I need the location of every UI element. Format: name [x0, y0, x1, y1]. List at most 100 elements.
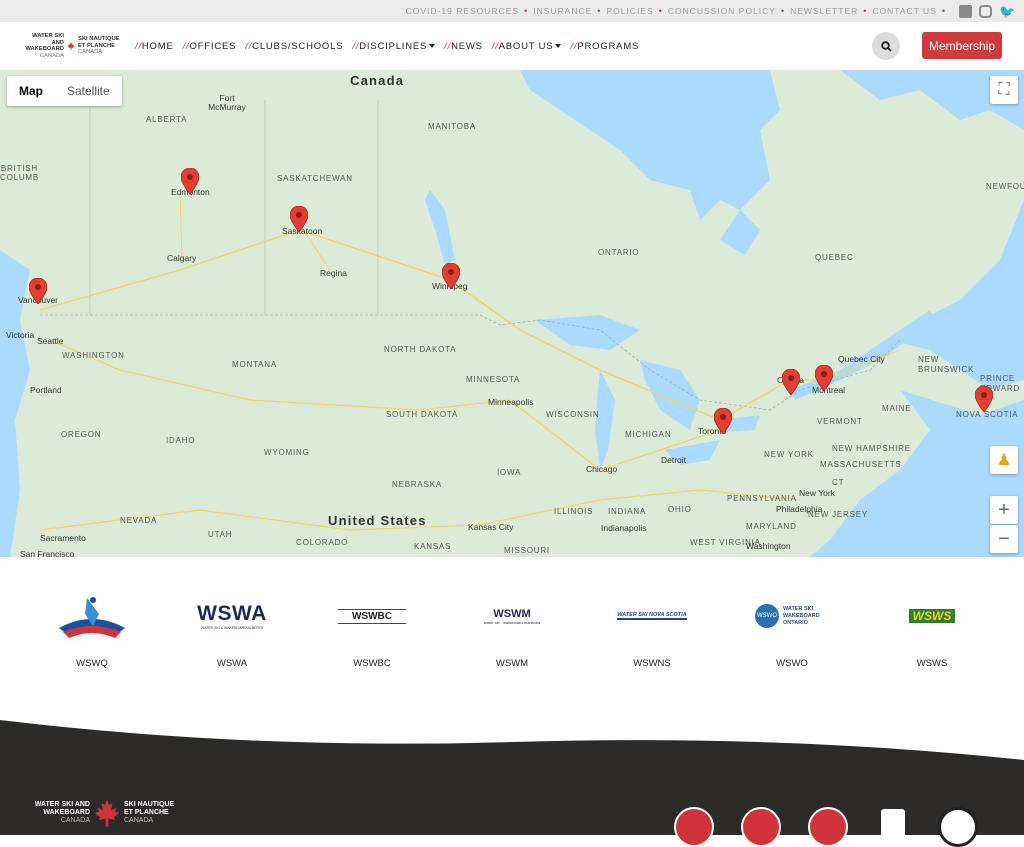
- main-nav: //HOME //OFFICES //CLUBS/SCHOOLS //DISCI…: [135, 22, 639, 70]
- zoom-in-icon[interactable]: +: [990, 496, 1018, 524]
- nav-home[interactable]: //HOME: [135, 41, 174, 52]
- nav-clubs-schools[interactable]: //CLUBS/SCHOOLS: [245, 41, 343, 52]
- city-label: Sacramento: [40, 533, 86, 543]
- nav-offices[interactable]: //OFFICES: [183, 41, 237, 52]
- region-label: NEW BRUNSWICK: [918, 355, 975, 374]
- map-marker-nova-scotia[interactable]: [975, 386, 993, 412]
- map-type-map[interactable]: Map: [7, 76, 55, 106]
- nav-news[interactable]: //NEWS: [444, 41, 483, 52]
- region-label: MICHIGAN: [625, 430, 672, 439]
- main-header: WATER SKI AND WAKEBOARD CANADA SKI NAUTI…: [0, 22, 1024, 70]
- region-label: OHIO: [668, 505, 692, 514]
- facebook-icon[interactable]: [959, 4, 972, 18]
- region-label: WYOMING: [264, 448, 310, 457]
- instagram-icon[interactable]: [979, 4, 992, 18]
- site-logo[interactable]: WATER SKI AND WAKEBOARD CANADA SKI NAUTI…: [20, 30, 120, 62]
- city-label: Kansas City: [468, 522, 514, 532]
- partner-logo-5[interactable]: [938, 807, 978, 847]
- country-label: United States: [328, 513, 427, 528]
- maple-leaf-icon: [67, 42, 75, 50]
- city-label: Fort McMurray: [208, 93, 246, 112]
- map-marker-saskatoon[interactable]: [290, 206, 308, 232]
- map-marker-toronto[interactable]: [714, 408, 732, 434]
- city-label: Chicago: [586, 464, 618, 474]
- separator-dot: •: [658, 6, 663, 16]
- map-type-satellite[interactable]: Satellite: [55, 76, 122, 106]
- wswns-logo: WATER SKI NOVA SCOTIA: [617, 612, 687, 620]
- association-name: WSWA: [216, 658, 248, 669]
- pegman-icon[interactable]: ♟: [990, 446, 1018, 474]
- fullscreen-icon[interactable]: ⛶: [990, 76, 1018, 104]
- membership-button[interactable]: Membership: [922, 32, 1002, 59]
- city-label: Portland: [30, 385, 62, 395]
- region-label: OREGON: [61, 430, 102, 439]
- separator-dot: •: [524, 6, 529, 16]
- link-policies[interactable]: POLICIES: [606, 6, 653, 16]
- association-name: WSWQ: [76, 658, 108, 669]
- separator-dot: •: [941, 6, 946, 16]
- association-wswns[interactable]: WATER SKI NOVA SCOTIA WSWNS: [602, 588, 702, 669]
- region-label: WISCONSIN: [546, 410, 600, 419]
- city-label: Indianapolis: [601, 523, 647, 533]
- region-label: COLORADO: [296, 538, 349, 547]
- nav-programs[interactable]: //PROGRAMS: [570, 41, 639, 52]
- map-type-toggle: Map Satellite: [7, 76, 122, 106]
- partner-logo-2[interactable]: [741, 807, 781, 847]
- wsws-logo: WSWS: [882, 588, 982, 644]
- region-label: VERMONT: [817, 417, 863, 426]
- region-label: MARYLAND: [746, 522, 797, 531]
- partner-logo-1[interactable]: [674, 807, 714, 847]
- link-insurance[interactable]: INSURANCE: [533, 6, 592, 16]
- region-label: NEW YORK: [764, 450, 814, 459]
- region-label: IOWA: [497, 468, 522, 477]
- region-label: NORTH DAKOTA: [384, 345, 457, 354]
- association-wswa[interactable]: WSWA WATER SKI & WAKEBOARD ALBERTA WSWA: [182, 588, 282, 669]
- region-label: WASHINGTON: [62, 351, 125, 360]
- nav-about-us[interactable]: //ABOUT US: [492, 41, 562, 52]
- provincial-associations: WSWQ WSWA WATER SKI & WAKEBOARD ALBERTA …: [0, 588, 1024, 678]
- map-marker-ottawa[interactable]: [782, 369, 800, 395]
- association-name: WSWBC: [353, 658, 391, 669]
- link-concussion-policy[interactable]: CONCUSSION POLICY: [668, 6, 776, 16]
- city-label: Quebec City: [838, 354, 885, 364]
- zoom-out-icon[interactable]: −: [990, 525, 1018, 553]
- separator-dot: •: [780, 6, 786, 16]
- region-label: MASSACHUSETTS: [820, 460, 902, 469]
- association-wsws[interactable]: WSWS WSWS: [882, 588, 982, 669]
- clubs-map[interactable]: Map Satellite ⛶ ♟ + − Canada United Stat…: [0, 70, 1024, 557]
- city-label: Washington: [746, 541, 791, 551]
- map-marker-winnipeg[interactable]: [442, 263, 460, 289]
- link-newsletter[interactable]: NEWSLETTER: [790, 6, 858, 16]
- search-icon: [880, 40, 892, 52]
- region-label: MINNESOTA: [466, 375, 521, 384]
- nav-disciplines[interactable]: //DISCIPLINES: [352, 41, 436, 52]
- map-marker-edmonton[interactable]: [181, 168, 199, 194]
- map-marker-vancouver[interactable]: [29, 278, 47, 304]
- association-wswbc[interactable]: WSWBC WSWBC: [322, 588, 422, 669]
- link-contact-us[interactable]: CONTACT US: [872, 6, 936, 16]
- map-marker-montreal[interactable]: [815, 365, 833, 391]
- logo-left-text: WATER SKI AND WAKEBOARD CANADA: [25, 33, 64, 59]
- association-wswq[interactable]: WSWQ: [42, 588, 142, 669]
- city-label: Detroit: [661, 455, 687, 465]
- association-wswm[interactable]: WSWM water ski · wakeboard manitoba WSWM: [462, 588, 562, 670]
- city-label: Seattle: [37, 336, 64, 346]
- chevron-down-icon: [555, 43, 562, 48]
- region-label: PENNSYLVANIA: [727, 494, 797, 503]
- region-label: NEVADA: [120, 516, 158, 525]
- twitter-icon[interactable]: 🐦: [999, 5, 1015, 18]
- city-label: Minneapolis: [488, 397, 534, 407]
- link-covid-resources[interactable]: COVID-19 RESOURCES: [406, 6, 519, 16]
- region-label: SOUTH DAKOTA: [386, 410, 459, 419]
- partner-logo-3[interactable]: [808, 807, 848, 847]
- association-name: WSWS: [916, 658, 948, 669]
- region-label: UTAH: [208, 530, 233, 539]
- region-label: MONTANA: [232, 360, 278, 369]
- association-wswo[interactable]: WSWO WATER SKI WAKEBOARD ONTARIO WSWO: [742, 588, 842, 669]
- association-name: WSWNS: [633, 658, 671, 669]
- footer-logo[interactable]: WATER SKI AND WAKEBOARD CANADA SKI NAUTI…: [30, 798, 180, 828]
- association-name: WSWM: [495, 658, 529, 669]
- region-label: CT: [832, 478, 845, 487]
- city-label: Regina: [320, 268, 347, 278]
- search-button[interactable]: [872, 32, 900, 60]
